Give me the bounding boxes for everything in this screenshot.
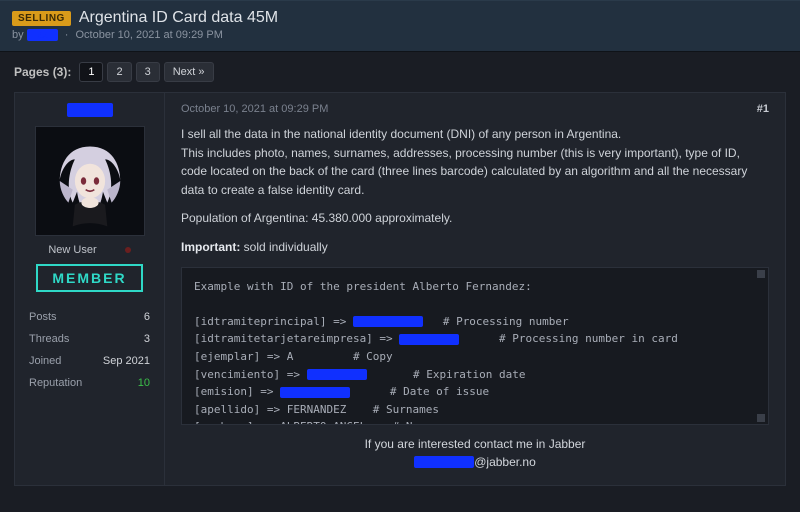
avatar-image	[36, 127, 144, 235]
member-badge: MEMBER	[36, 264, 142, 292]
avatar[interactable]	[35, 126, 145, 236]
author-redacted	[67, 103, 113, 117]
thread-title[interactable]: Argentina ID Card data 45M	[79, 9, 278, 27]
page-1-button[interactable]: 1	[79, 62, 103, 82]
stat-label: Joined	[29, 355, 61, 367]
stat-value: Sep 2021	[103, 355, 150, 367]
scrollbar[interactable]	[756, 270, 766, 422]
stat-label: Posts	[29, 311, 57, 323]
page-next-button[interactable]: Next »	[164, 62, 214, 82]
stat-value: 6	[144, 311, 150, 323]
user-status: New User	[48, 244, 96, 256]
post-paragraph: Population of Argentina: 45.380.000 appr…	[181, 209, 769, 228]
thread-header: SELLING Argentina ID Card data 45M by xx…	[0, 0, 800, 52]
by-label: by	[12, 29, 24, 41]
pagination-label: Pages (3):	[14, 65, 71, 79]
post-sidebar: New User MEMBER Posts 6 Threads 3 Joined Se…	[15, 93, 165, 485]
contact-line: If you are interested contact me in Jabb…	[365, 437, 586, 451]
stat-label: Threads	[29, 333, 69, 345]
pagination: Pages (3): 1 2 3 Next »	[0, 52, 800, 92]
code-title: Example with ID of the president Alberto…	[194, 280, 532, 293]
post-number[interactable]: #1	[757, 103, 769, 115]
stat-value[interactable]: 10	[138, 377, 150, 389]
tag-selling: SELLING	[12, 11, 71, 26]
stat-label: Reputation	[29, 377, 82, 389]
offline-dot-icon	[125, 247, 131, 253]
post-body: October 10, 2021 at 09:29 PM #1 I sell a…	[165, 93, 785, 485]
page-2-button[interactable]: 2	[107, 62, 131, 82]
post-author[interactable]	[25, 103, 154, 120]
thread-byline: by xx · October 10, 2021 at 09:29 PM	[12, 29, 788, 41]
code-block[interactable]: Example with ID of the president Alberto…	[181, 267, 769, 425]
post-paragraph: Important: sold individually	[181, 238, 769, 257]
page-3-button[interactable]: 3	[136, 62, 160, 82]
thread-timestamp: October 10, 2021 at 09:29 PM	[75, 29, 222, 41]
post-paragraph: I sell all the data in the national iden…	[181, 125, 769, 199]
post-content: I sell all the data in the national iden…	[181, 125, 769, 257]
post: New User MEMBER Posts 6 Threads 3 Joined Se…	[14, 92, 786, 486]
post-timestamp[interactable]: October 10, 2021 at 09:29 PM	[181, 103, 328, 115]
contact-info: If you are interested contact me in Jabb…	[181, 435, 769, 471]
jabber-redacted	[414, 456, 474, 468]
stat-value: 3	[144, 333, 150, 345]
jabber-domain: @jabber.no	[474, 455, 536, 469]
user-stats: Posts 6 Threads 3 Joined Sep 2021 Reputatio…	[25, 306, 154, 394]
author-redacted[interactable]: xx	[27, 29, 58, 41]
